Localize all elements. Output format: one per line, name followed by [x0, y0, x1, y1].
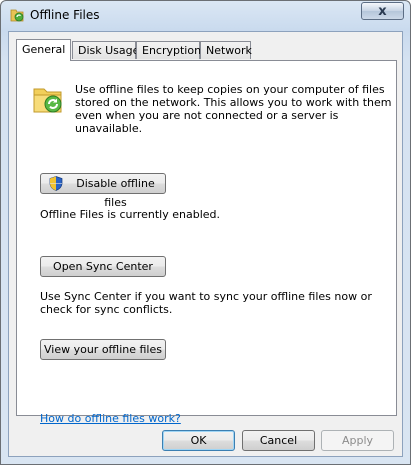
offline-files-status: Offline Files is currently enabled.	[40, 208, 221, 221]
ok-button[interactable]: OK	[162, 430, 235, 451]
tab-network[interactable]: Network	[200, 41, 252, 59]
general-tab-panel: Use offline files to keep copies on your…	[16, 60, 397, 425]
tab-label: Disk Usage	[78, 44, 140, 57]
sync-center-description: Use Sync Center if you want to sync your…	[40, 290, 372, 316]
tab-disk-usage[interactable]: Disk Usage	[72, 41, 140, 59]
tab-label: General	[22, 43, 66, 56]
offline-files-window: Offline Files x General Disk Usage Encry…	[0, 0, 411, 465]
offline-files-description: Use offline files to keep copies on your…	[75, 83, 392, 135]
tab-general[interactable]: General	[16, 39, 71, 61]
how-offline-files-work-link[interactable]: How do offline files work?	[40, 412, 181, 425]
open-sync-center-button[interactable]: Open Sync Center	[40, 256, 166, 277]
disable-offline-files-button[interactable]: Disable offline files	[40, 173, 166, 209]
tab-encryption[interactable]: Encryption	[136, 41, 202, 59]
offline-files-icon	[10, 9, 24, 22]
uac-shield-icon	[49, 176, 63, 191]
view-offline-files-button[interactable]: View your offline files	[40, 339, 166, 360]
tab-label: Network	[206, 44, 252, 57]
close-icon: x	[378, 4, 387, 19]
sync-folder-icon	[33, 88, 62, 113]
disable-offline-files-label: Disable offline files	[76, 177, 155, 209]
dialog-client-area: General Disk Usage Encryption Network Us…	[8, 31, 403, 457]
apply-button[interactable]: Apply	[321, 430, 394, 451]
title-bar[interactable]: Offline Files x	[1, 1, 410, 29]
window-title: Offline Files	[30, 8, 100, 22]
close-button[interactable]: x	[361, 2, 404, 20]
tab-label: Encryption	[142, 44, 202, 57]
cancel-button[interactable]: Cancel	[242, 430, 315, 451]
